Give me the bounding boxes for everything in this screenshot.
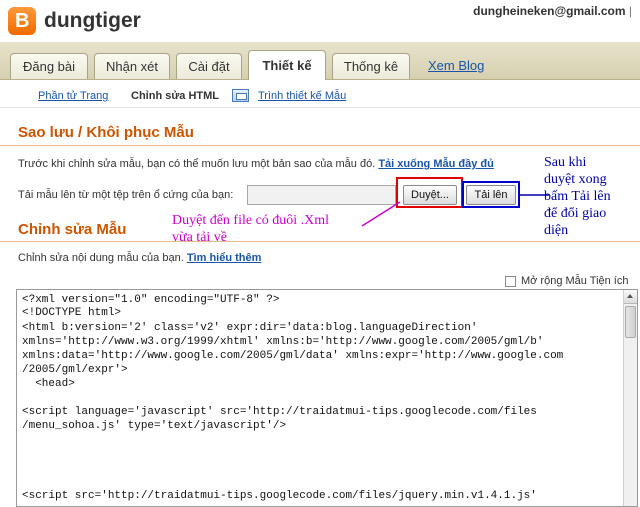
upload-highlight-box — [462, 181, 520, 208]
account-info: dungheineken@gmail.com | — [473, 4, 632, 18]
code-line: <?xml version="1.0" encoding="UTF-8" ?> — [22, 294, 280, 306]
upload-label: Tải mẫu lên từ một tệp trên ổ cứng của b… — [18, 189, 234, 201]
browse-annotation-line2: vừa tải về — [172, 230, 228, 245]
subnav-edit-html: Chỉnh sửa HTML — [131, 90, 220, 102]
backup-description-row: Trước khi chỉnh sửa mẫu, bạn có thể muốn… — [18, 158, 494, 170]
upload-annotation-line: Sau khi — [544, 155, 587, 170]
learn-more-link[interactable]: Tìm hiểu thêm — [187, 252, 262, 264]
main-tabs: Đăng bài Nhận xét Cài đặt Thiết kế Thống… — [0, 42, 640, 80]
tab-comments[interactable]: Nhận xét — [94, 53, 170, 79]
tab-stats[interactable]: Thống kê — [332, 53, 410, 79]
tab-design[interactable]: Thiết kế — [248, 50, 326, 80]
backup-description: Trước khi chỉnh sửa mẫu, bạn có thể muốn… — [18, 158, 376, 170]
upload-annotation-line: để đổi giao — [544, 206, 607, 221]
browse-arrow — [361, 201, 401, 227]
edit-description-row: Chỉnh sửa nội dung mẫu của bạn. Tìm hiểu… — [18, 252, 261, 264]
code-line: <head> — [22, 378, 75, 390]
code-line: /2005/gml/expr'> — [22, 364, 128, 376]
code-line: <!DOCTYPE html> — [22, 307, 122, 319]
edit-section-title: Chỉnh sửa Mẫu — [18, 221, 127, 238]
view-blog-link[interactable]: Xem Blog — [428, 58, 484, 73]
template-designer-icon[interactable] — [232, 89, 249, 102]
section-divider — [0, 145, 640, 146]
subnav-template-designer[interactable]: Trình thiết kế Mẫu — [258, 90, 346, 102]
account-email: dungheineken@gmail.com — [473, 4, 626, 18]
site-name: dungtiger — [44, 9, 141, 32]
download-template-link[interactable]: Tải xuống Mẫu đầy đủ — [378, 158, 494, 170]
code-line: <script language='javascript' src='http:… — [22, 406, 537, 418]
upload-annotation-line: bấm Tải lên — [544, 189, 611, 204]
blogger-logo-icon: B — [15, 10, 30, 32]
code-line: xmlns:data='http://www.google.com/2005/g… — [22, 350, 564, 362]
code-line: xmlns='http://www.w3.org/1999/xhtml' xml… — [22, 336, 544, 348]
code-line: <html b:version='2' class='v2' expr:dir=… — [22, 322, 478, 334]
edit-description: Chỉnh sửa nội dung mẫu của bạn. — [18, 252, 184, 264]
blogger-logo[interactable]: B — [8, 7, 36, 35]
expand-widgets-label[interactable]: Mở rộng Mẫu Tiện ích — [521, 275, 628, 287]
code-line: /menu_sohoa.js' type='text/javascript'/> — [22, 420, 287, 432]
code-line: <script src='http://traidatmui-tips.goog… — [22, 490, 537, 502]
editor-scrollbar[interactable] — [623, 290, 637, 506]
tab-posting[interactable]: Đăng bài — [10, 53, 88, 79]
tab-settings[interactable]: Cài đặt — [176, 53, 242, 79]
expand-widgets-checkbox[interactable] — [505, 276, 516, 287]
design-subnav: Phần tử Trang Chỉnh sửa HTML Trình thiết… — [0, 80, 640, 108]
backup-section-title: Sao lưu / Khôi phục Mẫu — [18, 124, 194, 141]
template-code-editor[interactable]: <?xml version="1.0" encoding="UTF-8" ?> … — [16, 289, 638, 507]
browse-annotation-line1: Duyệt đến file có đuôi .Xml — [172, 213, 330, 228]
section-divider — [0, 241, 640, 242]
upload-annotation-line: duyệt xong — [544, 172, 607, 187]
scrollbar-thumb[interactable] — [625, 306, 636, 338]
upload-annotation-line: diện — [544, 223, 569, 238]
account-separator: | — [628, 4, 632, 18]
scroll-up-arrow-icon[interactable] — [624, 290, 637, 304]
upload-annotation: Sau khi duyệt xong bấm Tải lên để đổi gi… — [544, 154, 611, 239]
subnav-page-elements[interactable]: Phần tử Trang — [38, 90, 108, 102]
